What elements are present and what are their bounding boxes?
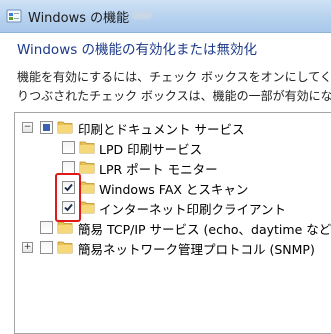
tree-item-lpd-print-service[interactable]: LPD 印刷サービス — [15, 137, 331, 157]
checkbox-unchecked[interactable] — [62, 141, 75, 154]
description-line-2: りつぶされたチェック ボックスは、機能の一部が有効にな — [17, 89, 331, 103]
tree-item-label: LPD 印刷サービス — [99, 142, 203, 157]
dialog-description: 機能を有効にするには、チェック ボックスをオンにしてくだ りつぶされたチェック … — [17, 68, 331, 106]
tree-item-print-document-services[interactable]: − 印刷とドキュメント サービス — [15, 117, 331, 137]
folder-icon — [57, 241, 73, 254]
folder-icon — [57, 121, 73, 134]
windows-features-icon — [6, 9, 22, 23]
checkbox-partial[interactable] — [40, 121, 53, 134]
title-bar: Windows の機能 — [0, 0, 331, 33]
window-title: Windows の機能 — [28, 11, 130, 26]
tree-item-label: 簡易ネットワーク管理プロトコル (SNMP) — [78, 242, 315, 257]
folder-icon — [79, 201, 95, 214]
tree-item-label: 印刷とドキュメント サービス — [78, 122, 245, 137]
features-tree[interactable]: − 印刷とドキュメント サービス LPD 印刷サービス LPR ポート モニター — [14, 112, 331, 334]
checkbox-unchecked[interactable] — [40, 241, 53, 254]
folder-icon — [79, 161, 95, 174]
description-line-1: 機能を有効にするには、チェック ボックスをオンにしてくだ — [17, 70, 331, 84]
title-blur — [132, 11, 152, 19]
collapse-icon[interactable]: − — [22, 122, 33, 133]
checkbox-unchecked[interactable] — [40, 221, 53, 234]
tree-item-snmp[interactable]: + 簡易ネットワーク管理プロトコル (SNMP) — [15, 237, 331, 257]
folder-icon — [79, 141, 95, 154]
expand-icon[interactable]: + — [22, 242, 33, 253]
tree-item-label: インターネット印刷クライアント — [99, 202, 287, 217]
tree-item-label: 簡易 TCP/IP サービス (echo、daytime など) — [78, 222, 331, 237]
folder-icon — [57, 221, 73, 234]
folder-icon — [79, 181, 95, 194]
highlight-box — [55, 173, 81, 222]
tree-item-label: Windows FAX とスキャン — [99, 182, 249, 197]
dialog-heading: Windows の機能の有効化または無効化 — [17, 42, 258, 58]
tree-item-label: LPR ポート モニター — [99, 162, 218, 177]
